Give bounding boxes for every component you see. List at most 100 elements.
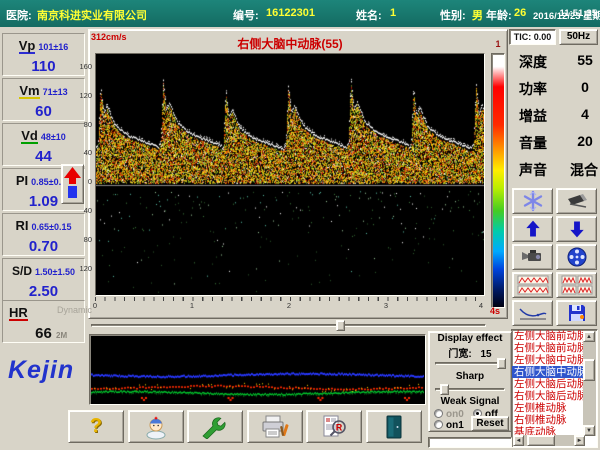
dual-trace-button[interactable] [512,272,553,298]
param-label: RI [15,218,29,233]
slider-thumb[interactable] [440,384,449,395]
slider-thumb[interactable] [336,320,345,331]
param-value: 2.50 [28,283,59,300]
radio-on1-label: on1 [446,420,464,431]
gain-value: 4 [581,106,589,122]
power-label: 功率 [519,81,547,97]
velocity-colorbar [491,53,505,308]
probe-light-button[interactable] [556,188,597,214]
scrollbar-thumb[interactable] [527,435,555,446]
radio-on1[interactable]: on1 [434,420,464,431]
horizontal-scrollbar[interactable]: ◄ ► [513,435,585,446]
nurse-icon [146,416,166,439]
cine-loop-button[interactable] [556,244,597,270]
scale-up-button[interactable] [512,216,553,242]
scroll-right-icon[interactable]: ► [574,435,585,446]
y-tick: 80 [83,120,92,129]
mmode-panel [89,334,426,405]
scroll-up-icon[interactable]: ▲ [583,331,595,342]
mmode-canvas [91,336,424,403]
report-icon: R [323,415,346,436]
volume-row: 音量 20 [512,133,598,153]
y-tick: 120 [79,91,92,100]
sharp-slider[interactable] [433,384,507,395]
filter-frequency-button[interactable]: 50Hz [559,29,598,45]
reset-button[interactable]: Reset [471,416,509,431]
volume-value: 20 [577,133,593,149]
help-button[interactable]: ? [68,410,124,443]
print-button[interactable] [247,410,303,443]
patient-info-button[interactable] [128,410,184,443]
snapshot-button[interactable] [512,244,553,270]
slider-track [435,362,505,365]
freeze-button[interactable] [512,188,553,214]
arrow-down-icon [569,221,584,238]
scroll-left-icon[interactable]: ◄ [513,435,524,446]
display-effect-title: Display effect [437,333,503,344]
hospital-name: 南京科进实业有限公司 [37,10,147,22]
param-label: Vm [19,83,40,99]
settings-button[interactable] [187,410,243,443]
weak-signal-label: Weak Signal [440,396,500,407]
wrench-icon [202,416,226,439]
sweep-time-label: 4s [490,306,501,316]
artery-item[interactable]: 左侧大脑中动脉 [512,354,583,366]
scale-down-button[interactable] [556,216,597,242]
artery-item[interactable]: 右侧大脑后动脉 [512,390,583,402]
artery-item[interactable]: 右侧大脑前动脉 [512,342,583,354]
param-range: 71±13 [42,87,68,97]
trend-curve-button[interactable] [512,300,553,326]
gender-label: 性别: [440,10,466,22]
radio-on0[interactable]: on0 [434,409,464,420]
slider-thumb[interactable] [497,358,506,369]
save-button[interactable] [556,300,597,326]
patient-id: 16122301 [266,7,315,19]
param-range: 0.65±0.15 [31,222,72,232]
curve-icon [518,308,546,320]
gender-value: 男 [472,10,483,22]
scrollbar-thumb[interactable] [583,359,595,381]
artery-item[interactable]: 左侧大脑后动脉 [512,378,583,390]
artery-item[interactable]: 左侧大脑前动脉 [512,330,583,342]
doppler-spectrum-canvas [95,53,485,296]
artery-item-selected[interactable]: 右侧大脑中动脉 [512,366,583,378]
gain-row: 增益 4 [512,106,598,126]
artery-item[interactable]: 右侧椎动脉 [512,414,583,426]
x-tick: 4 [478,301,484,310]
tic-readout: TIC: 0.00 [509,29,556,45]
patient-name: 1 [390,7,397,19]
radio-on0-label: on0 [446,409,464,420]
radio-icon[interactable] [434,409,443,418]
gain-label: 增益 [519,108,547,124]
colorbar-top-label: 1 [495,39,501,49]
slider-track [91,324,486,327]
artery-item[interactable]: 左侧椎动脉 [512,402,583,414]
gate-width-slider[interactable] [433,358,507,369]
time-text: 11:51:35 [559,8,597,19]
spectrum-scroll-slider[interactable] [89,320,488,331]
baseline-arrow-icon [64,167,81,198]
arrow-up-icon [525,220,540,237]
x-tick: 1 [189,301,195,310]
power-row: 功率 0 [512,79,598,99]
artery-list: 左侧大脑前动脉 右侧大脑前动脉 左侧大脑中动脉 右侧大脑中动脉 左侧大脑后动脉 … [511,329,598,448]
baseline-shift-control[interactable] [61,164,84,204]
power-value: 0 [581,79,589,95]
depth-value: 55 [577,52,593,68]
age-value: 26 [514,7,527,19]
report-button[interactable]: R [306,410,362,443]
radio-icon[interactable] [434,420,443,429]
kejin-logo: Kejin [8,356,75,384]
quad-spectrum-icon [561,275,592,295]
param-label: HR [9,305,28,321]
x-tick: 2 [286,301,292,310]
exit-button[interactable] [366,410,422,443]
sharp-label: Sharp [455,371,485,382]
age-label: 年龄: [486,10,512,22]
dynamic-mode-label: Dynamic [57,305,93,315]
quad-trace-button[interactable] [556,272,597,298]
vertical-scrollbar[interactable]: ▲ ▼ [583,331,596,436]
param-vd: Vd 48±10 44 [2,123,85,166]
y-tick: 80 [83,235,92,244]
depth-label: 深度 [519,54,547,70]
